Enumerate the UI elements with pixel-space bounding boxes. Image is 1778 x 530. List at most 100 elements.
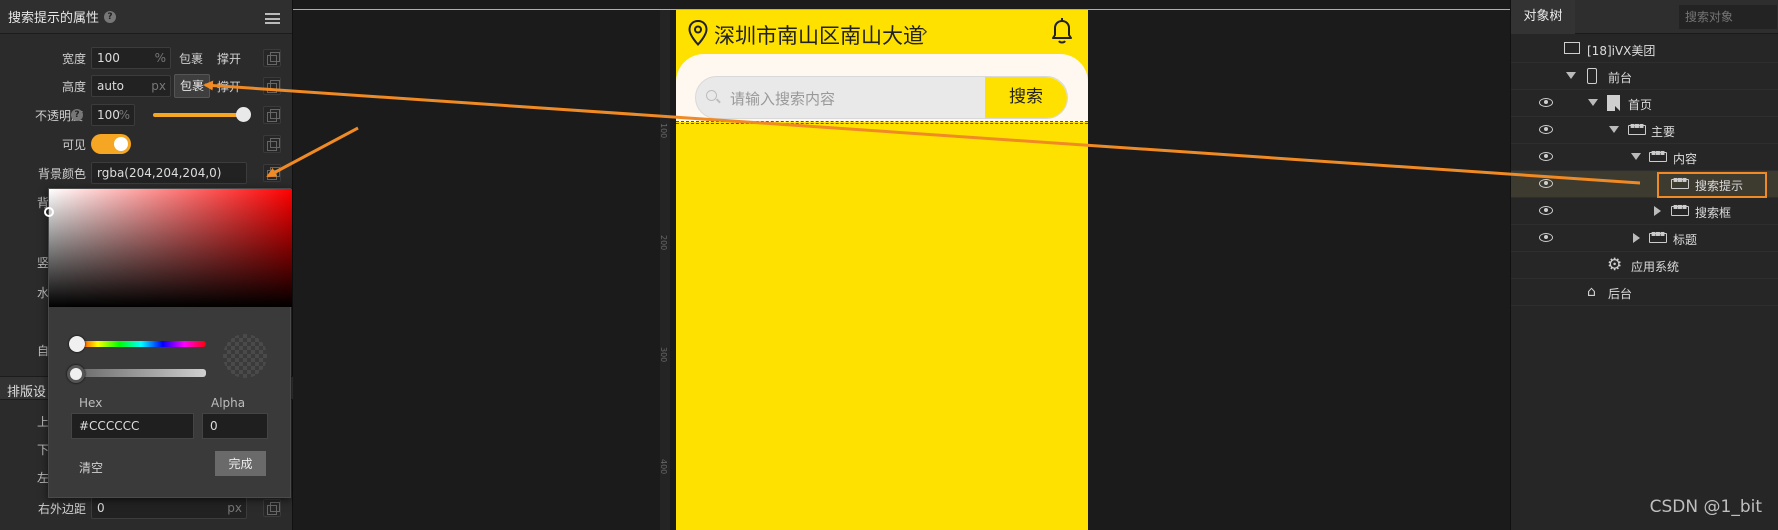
opacity-copy-icon[interactable] <box>263 106 281 124</box>
tree-item-backend[interactable]: ⌂ 后台 <box>1511 279 1778 306</box>
tree-item-search-hint[interactable]: 搜索提示 <box>1511 171 1778 198</box>
tree-item-main[interactable]: 主要 <box>1511 117 1778 144</box>
width-wrap-button[interactable]: 包裹 <box>179 50 203 67</box>
clear-color-button[interactable]: 清空 <box>79 459 103 476</box>
height-wrap-button[interactable]: 包裹 <box>174 74 210 98</box>
opacity-unit: % <box>118 108 130 122</box>
visible-copy-icon[interactable] <box>263 135 281 153</box>
tree-item-label: 后台 <box>1608 287 1633 301</box>
opacity-help-icon[interactable]: ? <box>71 109 83 121</box>
tree-item-search-box[interactable]: 搜索框 <box>1511 198 1778 225</box>
opacity-input[interactable]: 100 % <box>91 104 135 126</box>
collapse-arrow-icon[interactable] <box>1633 233 1640 243</box>
eye-icon[interactable] <box>1539 206 1553 215</box>
tree-item-label: 内容 <box>1673 152 1698 166</box>
properties-panel: 搜索提示的属性 ? 宽度 100 % 包裹 撑开 高度 auto px 包裹 撑… <box>0 0 293 530</box>
margin-right-input[interactable]: 0 px <box>91 497 247 519</box>
hex-input[interactable]: #CCCCCC <box>71 413 194 439</box>
help-icon[interactable]: ? <box>104 10 117 23</box>
eye-icon[interactable] <box>1539 233 1553 242</box>
location-pin-icon[interactable] <box>688 20 708 46</box>
margin-right-unit: px <box>227 501 242 515</box>
hamburger-menu-icon[interactable] <box>265 13 280 24</box>
bg-color-copy-icon[interactable] <box>263 164 281 182</box>
expand-arrow-icon[interactable] <box>1631 153 1641 160</box>
search-button[interactable]: 搜索 <box>985 77 1067 118</box>
saturation-knob[interactable] <box>44 207 54 217</box>
tree-item-content[interactable]: 内容 <box>1511 144 1778 171</box>
margin-right-label: 右外边距 <box>37 502 86 516</box>
expand-arrow-icon[interactable] <box>1566 72 1576 79</box>
tree-item-label: 搜索提示 <box>1695 179 1744 193</box>
bg-color-input[interactable]: rgba(204,204,204,0) <box>91 162 247 184</box>
object-search-input[interactable] <box>1679 5 1777 29</box>
margin-right-copy-icon[interactable] <box>263 499 281 517</box>
search-hint-selection-outline[interactable] <box>676 121 1088 124</box>
design-canvas[interactable]: 100 200 300 400 深圳市南山区南山大道 › 请输入搜索内容 搜索 <box>293 0 1510 530</box>
eye-icon[interactable] <box>1539 98 1553 107</box>
color-preview-swatch <box>223 334 267 378</box>
alpha-input[interactable]: 0 <box>202 413 268 439</box>
height-stretch-button[interactable]: 撑开 <box>217 78 241 95</box>
city-address[interactable]: 深圳市南山区南山大道 <box>714 20 924 50</box>
hue-knob[interactable] <box>69 336 85 352</box>
eye-icon[interactable] <box>1539 125 1553 134</box>
width-stretch-button[interactable]: 撑开 <box>217 50 241 67</box>
eye-icon[interactable] <box>1539 152 1553 161</box>
container-icon <box>1671 175 1689 189</box>
container-icon <box>1649 148 1667 162</box>
width-label: 宽度 <box>61 52 86 66</box>
top-ruler <box>293 0 1510 10</box>
visible-label: 可见 <box>61 138 86 152</box>
alpha-slider[interactable] <box>76 369 206 377</box>
margin-right-row: 右外边距 0 px <box>0 495 293 521</box>
search-input[interactable]: 请输入搜索内容 搜索 <box>695 76 1068 119</box>
opacity-slider-knob[interactable] <box>236 107 251 122</box>
csdn-watermark: CSDN @1_bit <box>1649 497 1762 517</box>
search-placeholder: 请输入搜索内容 <box>730 90 836 108</box>
ruler-mark-300: 300 <box>659 347 668 363</box>
container-icon <box>1649 229 1667 243</box>
done-button[interactable]: 完成 <box>215 451 266 476</box>
saturation-area[interactable] <box>44 189 292 307</box>
tree-item-label: 首页 <box>1628 98 1653 112</box>
bell-icon[interactable] <box>1049 17 1075 45</box>
ruler-mark-200: 200 <box>659 235 668 251</box>
tree-item-label: 主要 <box>1651 125 1676 139</box>
alpha-knob[interactable] <box>67 365 85 383</box>
bg-color-row: 背景颜色 rgba(204,204,204,0) <box>0 160 293 186</box>
tree-item-homepage[interactable]: 首页 <box>1511 90 1778 117</box>
height-copy-icon[interactable] <box>263 77 281 95</box>
collapse-arrow-icon[interactable] <box>1654 206 1661 216</box>
hex-label: Hex <box>79 396 103 410</box>
tree-item-title[interactable]: 标题 <box>1511 225 1778 252</box>
container-icon <box>1628 121 1646 135</box>
monitor-icon <box>1564 42 1580 54</box>
tree-item-frontend[interactable]: 前台 <box>1511 63 1778 90</box>
tree-item-label: 应用系统 <box>1631 260 1680 274</box>
tree-item-label: [18]iVX美团 <box>1587 44 1656 58</box>
width-row: 宽度 100 % 包裹 撑开 <box>0 45 293 71</box>
width-copy-icon[interactable] <box>263 49 281 67</box>
height-row: 高度 auto px 包裹 撑开 <box>0 73 293 99</box>
width-value: 100 <box>97 51 120 65</box>
hue-slider[interactable] <box>76 341 206 347</box>
opacity-slider-track[interactable] <box>153 113 243 117</box>
page-icon <box>1607 95 1620 111</box>
chevron-right-icon[interactable]: › <box>921 21 928 42</box>
expand-arrow-icon[interactable] <box>1588 99 1598 106</box>
eye-icon[interactable] <box>1539 179 1553 188</box>
phone-preview[interactable]: 深圳市南山区南山大道 › 请输入搜索内容 搜索 <box>676 10 1088 530</box>
visible-toggle[interactable] <box>91 134 131 154</box>
width-input[interactable]: 100 % <box>91 47 171 69</box>
backend-icon: ⌂ <box>1587 284 1596 300</box>
tree-item-project[interactable]: [18]iVX美团 <box>1511 36 1778 63</box>
tab-object-tree[interactable]: 对象树 <box>1511 0 1575 34</box>
ruler-mark-100: 100 <box>659 123 668 139</box>
gear-icon: ⚙ <box>1607 255 1623 275</box>
ruler-mark-400: 400 <box>659 459 668 475</box>
expand-arrow-icon[interactable] <box>1609 126 1619 133</box>
height-input[interactable]: auto px <box>91 75 171 97</box>
width-unit: % <box>154 51 166 65</box>
tree-item-app-system[interactable]: ⚙ 应用系统 <box>1511 252 1778 279</box>
